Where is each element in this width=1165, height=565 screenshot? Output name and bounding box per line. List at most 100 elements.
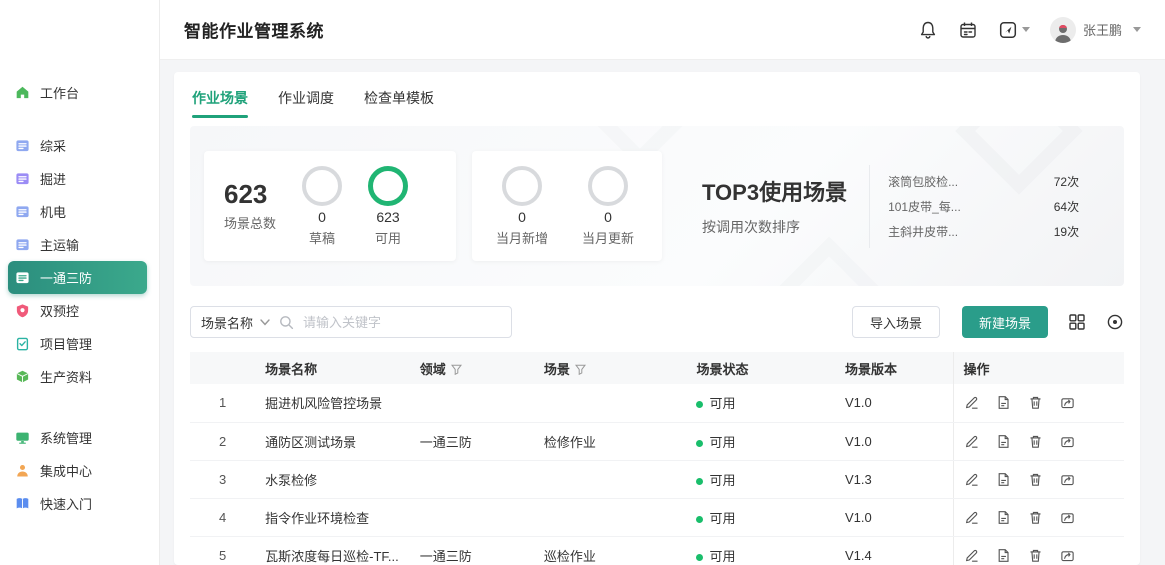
sidebar-item-label: 综采 (40, 136, 66, 155)
top3-item: 主斜井皮带...19次 (888, 223, 1079, 240)
header-status: 场景状态 (686, 352, 835, 384)
chevron-down-icon (260, 319, 270, 326)
edit-icon[interactable] (964, 434, 979, 449)
book-icon (14, 496, 30, 512)
sidebar-item-快速入门[interactable]: 快速入门 (0, 487, 159, 520)
tab-作业调度[interactable]: 作业调度 (278, 88, 334, 118)
ring-icon (588, 166, 628, 206)
user-menu[interactable]: 张王鹏 (1050, 17, 1141, 43)
search-icon (279, 315, 294, 330)
cell-status: 可用 (686, 384, 835, 422)
sidebar-item-掘进[interactable]: 掘进 (0, 162, 159, 195)
column-settings-icon[interactable] (1106, 313, 1124, 331)
search-input[interactable] (303, 315, 501, 330)
copy-icon[interactable] (996, 434, 1011, 449)
cell-scene-name: 掘进机风险管控场景 (255, 384, 410, 422)
cell-scene (534, 498, 687, 536)
month-stats-card: 0 当月新增 0 当月更新 (472, 151, 662, 261)
cell-scene (534, 384, 687, 422)
cell-actions (953, 384, 1124, 422)
delete-icon[interactable] (1028, 472, 1043, 487)
sidebar-item-项目管理[interactable]: 项目管理 (0, 327, 159, 360)
header-actions: 操作 (953, 352, 1124, 384)
copy-icon[interactable] (996, 472, 1011, 487)
status-label: 可用 (709, 549, 735, 564)
panel-icon (14, 171, 30, 187)
sidebar-item-label: 一通三防 (40, 268, 92, 287)
top3-item: 滚筒包胶检...72次 (888, 173, 1079, 190)
search-box: 场景名称 (190, 306, 512, 338)
tab-作业场景[interactable]: 作业场景 (192, 88, 248, 118)
calendar-icon[interactable] (958, 20, 978, 40)
box-icon (14, 369, 30, 385)
topbar: 智能作业管理系统 张王鹏 (160, 0, 1165, 60)
cell-version: V1.0 (835, 422, 953, 460)
sidebar-item-系统管理[interactable]: 系统管理 (0, 421, 159, 454)
sidebar-group: 综采掘进机电主运输一通三防双预控项目管理生产资料 (0, 129, 159, 393)
sidebar-item-双预控[interactable]: 双预控 (0, 294, 159, 327)
table-row: 4指令作业环境检查可用V1.0 (190, 498, 1124, 536)
sidebar-item-机电[interactable]: 机电 (0, 195, 159, 228)
status-dot-icon (696, 516, 703, 523)
scene-total-label: 场景总数 (224, 213, 276, 232)
stat-month-updated-value: 0 (604, 209, 612, 225)
top3-item-count: 72次 (1054, 173, 1079, 190)
share-icon[interactable] (1060, 548, 1075, 563)
edit-icon[interactable] (964, 510, 979, 525)
header-domain: 领域 (410, 352, 534, 384)
table-row: 2通防区测试场景一通三防检修作业可用V1.0 (190, 422, 1124, 460)
share-icon[interactable] (1060, 434, 1075, 449)
status-dot-icon (696, 401, 703, 408)
share-icon[interactable] (1060, 510, 1075, 525)
top3-title: TOP3使用场景 (702, 175, 847, 207)
cell-status: 可用 (686, 536, 835, 565)
delete-icon[interactable] (1028, 510, 1043, 525)
import-scene-button[interactable]: 导入场景 (852, 306, 940, 338)
sidebar-item-工作台[interactable]: 工作台 (0, 76, 159, 109)
create-scene-button[interactable]: 新建场景 (962, 306, 1048, 338)
filter-icon[interactable] (575, 364, 586, 375)
top3-titles: TOP3使用场景 按调用次数排序 (702, 175, 847, 237)
sidebar-item-一通三防[interactable]: 一通三防 (8, 261, 147, 294)
copy-icon[interactable] (996, 548, 1011, 563)
cell-index: 4 (190, 498, 255, 536)
table-row: 1掘进机风险管控场景可用V1.0 (190, 384, 1124, 422)
edit-icon[interactable] (964, 548, 979, 563)
sidebar-item-label: 掘进 (40, 169, 66, 188)
search-field-select[interactable]: 场景名称 (201, 313, 270, 332)
panel-icon (14, 270, 30, 286)
bell-icon[interactable] (918, 20, 938, 40)
edit-icon[interactable] (964, 395, 979, 410)
delete-icon[interactable] (1028, 434, 1043, 449)
top3-panel: TOP3使用场景 按调用次数排序 滚筒包胶检...72次 101皮带_每... 64… (678, 165, 1110, 248)
sidebar-item-主运输[interactable]: 主运输 (0, 228, 159, 261)
ring-icon (302, 166, 342, 206)
cell-actions (953, 460, 1124, 498)
copy-icon[interactable] (996, 510, 1011, 525)
sidebar-item-综采[interactable]: 综采 (0, 129, 159, 162)
delete-icon[interactable] (1028, 395, 1043, 410)
stat-draft-label: 草稿 (309, 228, 335, 247)
filter-icon[interactable] (451, 364, 462, 375)
app-window-icon[interactable] (998, 20, 1030, 40)
tab-检查单模板[interactable]: 检查单模板 (364, 88, 434, 118)
delete-icon[interactable] (1028, 548, 1043, 563)
edit-icon[interactable] (964, 472, 979, 487)
copy-icon[interactable] (996, 395, 1011, 410)
sidebar-group: 工作台 (0, 76, 159, 109)
cell-domain (410, 460, 534, 498)
header-scene-name: 场景名称 (255, 352, 410, 384)
sidebar-item-label: 集成中心 (40, 461, 92, 480)
share-icon[interactable] (1060, 472, 1075, 487)
stat-month-new-value: 0 (518, 209, 526, 225)
top3-item-count: 64次 (1054, 198, 1079, 215)
card-view-icon[interactable] (1068, 313, 1086, 331)
sidebar-item-label: 主运输 (40, 235, 79, 254)
share-icon[interactable] (1060, 395, 1075, 410)
ring-icon (368, 166, 408, 206)
page-title: 智能作业管理系统 (184, 17, 324, 42)
sidebar-item-生产资料[interactable]: 生产资料 (0, 360, 159, 393)
people-icon (14, 463, 30, 479)
top3-item-name: 101皮带_每... (888, 198, 961, 215)
sidebar-item-集成中心[interactable]: 集成中心 (0, 454, 159, 487)
